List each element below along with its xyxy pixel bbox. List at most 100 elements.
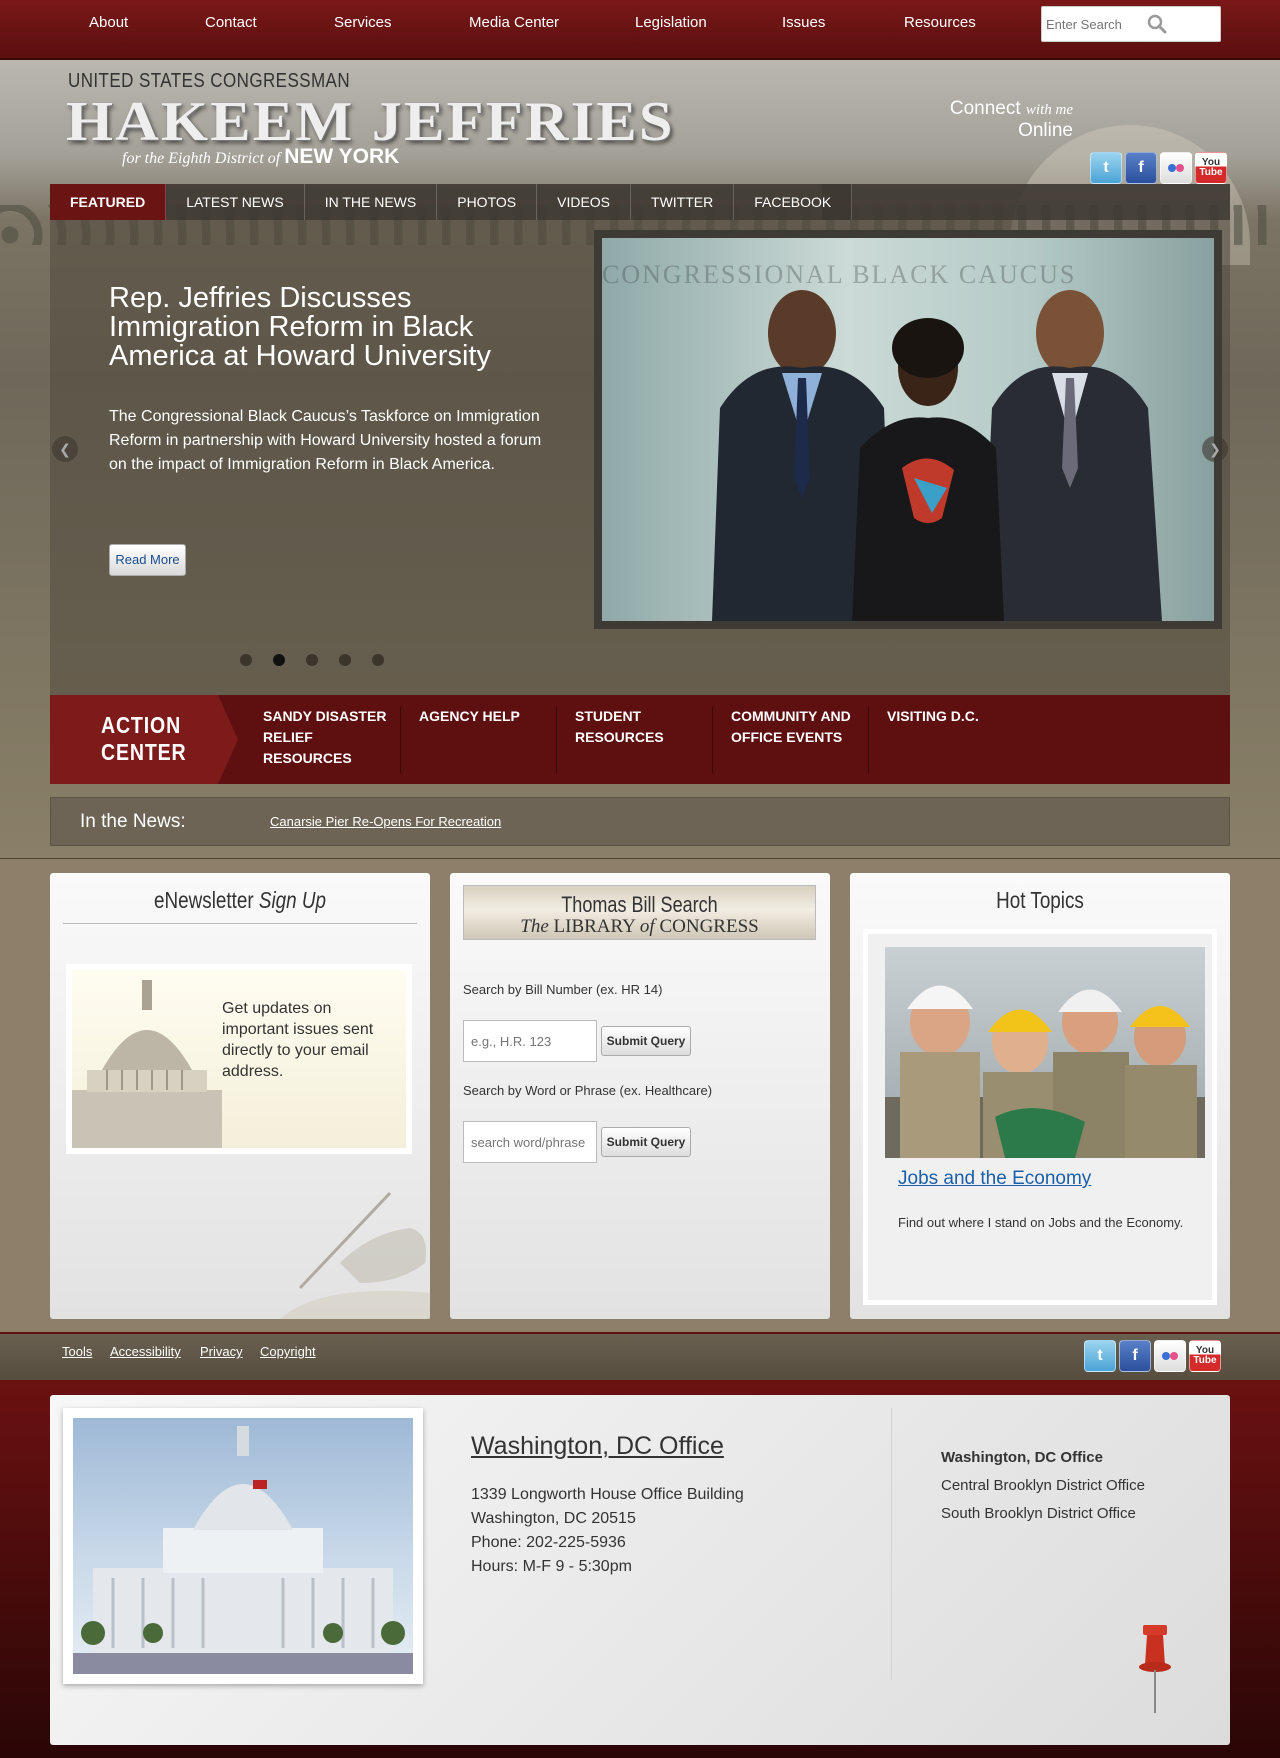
- office-phone: Phone: 202-225-5936: [471, 1534, 626, 1551]
- newsletter-title: eNewsletter Sign Up: [84, 887, 396, 914]
- hot-topic-description: Find out where I stand on Jobs and the E…: [898, 1215, 1184, 1230]
- read-more-button[interactable]: Read More: [109, 544, 186, 576]
- slider-dot-3[interactable]: [306, 654, 318, 666]
- divider: [0, 858, 1280, 859]
- action-student-resources[interactable]: STUDENT RESOURCES: [575, 706, 685, 748]
- twitter-icon[interactable]: t: [1084, 1340, 1116, 1372]
- tab-latest-news[interactable]: LATEST NEWS: [166, 184, 305, 220]
- workers-photo: [885, 985, 1205, 1158]
- office-address-line: Washington, DC 20515: [471, 1510, 636, 1527]
- header-social-icons: t f You Tube: [1090, 152, 1227, 184]
- action-divider: [712, 706, 713, 774]
- slide-photo[interactable]: CONGRESSIONAL BLACK CAUCUS: [602, 238, 1214, 621]
- connect-online: Connect with me Online: [900, 98, 1073, 142]
- office-hours: Hours: M-F 9 - 5:30pm: [471, 1558, 632, 1575]
- action-divider: [400, 706, 401, 774]
- slider-next-arrow[interactable]: ❯: [1202, 436, 1228, 462]
- action-label-2: CENTER: [101, 739, 187, 765]
- office-item-washington[interactable]: Washington, DC Office: [941, 1444, 1145, 1472]
- nav-contact[interactable]: Contact: [205, 14, 257, 31]
- connect-with-me: with me: [1025, 102, 1073, 118]
- newsletter-banner-text: Get updates on important issues sent dir…: [222, 1000, 374, 1080]
- nav-issues[interactable]: Issues: [782, 14, 825, 31]
- divider: [891, 1408, 892, 1680]
- slide-body: The Congressional Black Caucus’s Taskfor…: [109, 408, 542, 473]
- util-copyright-link[interactable]: Copyright: [260, 1344, 316, 1359]
- nav-resources[interactable]: Resources: [904, 14, 976, 31]
- util-privacy-link[interactable]: Privacy: [200, 1344, 243, 1359]
- capitol-building-image: [73, 1426, 413, 1674]
- bill-number-submit-button[interactable]: Submit Query: [601, 1026, 691, 1056]
- three-people-photo: [712, 290, 1162, 621]
- tab-in-the-news[interactable]: IN THE NEWS: [305, 184, 438, 220]
- slider-dot-5[interactable]: [372, 654, 384, 666]
- facebook-icon[interactable]: f: [1125, 152, 1157, 184]
- tab-photos[interactable]: PHOTOS: [437, 184, 538, 220]
- newsletter-title-a: eNewsletter: [154, 887, 254, 913]
- action-divider: [868, 706, 869, 774]
- slide-photo-frame: CONGRESSIONAL BLACK CAUCUS: [594, 230, 1222, 629]
- pen-hand-decoration: [280, 1191, 430, 1319]
- nav-about[interactable]: About: [89, 14, 128, 31]
- in-the-news-link[interactable]: Canarsie Pier Re-Opens For Recreation: [270, 814, 501, 829]
- youtube-icon[interactable]: You Tube: [1189, 1340, 1221, 1372]
- newsletter-signup-banner[interactable]: Get updates on important issues sent dir…: [66, 964, 412, 1154]
- tab-twitter[interactable]: TWITTER: [631, 184, 735, 220]
- logo-subtitle: for the Eighth District of NEW YORK: [122, 145, 399, 169]
- divider: [63, 923, 417, 924]
- slider-dots: [240, 654, 384, 666]
- slide-title[interactable]: Rep. Jeffries Discusses Immigration Refo…: [109, 284, 549, 371]
- slider-dot-4[interactable]: [339, 654, 351, 666]
- slider-dot-2[interactable]: [273, 654, 285, 666]
- action-agency-help[interactable]: AGENCY HELP: [419, 706, 549, 727]
- thomas-title: Thomas Bill Search: [561, 892, 718, 917]
- word-phrase-submit-button[interactable]: Submit Query: [601, 1127, 691, 1157]
- tab-videos[interactable]: VIDEOS: [537, 184, 632, 220]
- footer-social-icons: t f You Tube: [1084, 1340, 1221, 1372]
- nav-legislation[interactable]: Legislation: [635, 14, 707, 31]
- hot-topic-item: Jobs and the Economy Find out where I st…: [863, 929, 1217, 1305]
- in-the-news-label: In the News:: [80, 811, 186, 832]
- bill-number-label: Search by Bill Number (ex. HR 14): [463, 982, 663, 997]
- office-title-link[interactable]: Washington, DC Office: [471, 1432, 724, 1461]
- youtube-icon[interactable]: You Tube: [1195, 152, 1227, 184]
- thomas-subtitle-library: LIBRARY: [553, 916, 636, 937]
- media-tabs: FEATURED LATEST NEWS IN THE NEWS PHOTOS …: [50, 184, 853, 220]
- hot-topic-link[interactable]: Jobs and the Economy: [898, 1168, 1091, 1190]
- logo-subtitle-state: NEW YORK: [284, 145, 400, 168]
- slider-dot-1[interactable]: [240, 654, 252, 666]
- office-item-south-brooklyn[interactable]: South Brooklyn District Office: [941, 1500, 1145, 1528]
- nav-services[interactable]: Services: [334, 14, 392, 31]
- tab-featured[interactable]: FEATURED: [50, 184, 167, 220]
- action-visiting-dc[interactable]: VISITING D.C.: [887, 706, 1027, 727]
- action-community-events[interactable]: COMMUNITY AND OFFICE EVENTS: [731, 706, 871, 748]
- office-photo-frame: [63, 1408, 423, 1684]
- flickr-icon[interactable]: [1160, 152, 1192, 184]
- slider-prev-arrow[interactable]: ❮: [52, 436, 78, 462]
- thomas-subtitle-congress: CONGRESS: [659, 916, 759, 937]
- action-sandy-relief[interactable]: SANDY DISASTER RELIEF RESOURCES: [263, 706, 393, 769]
- logo-subtitle-prefix: for the Eighth District of: [122, 150, 281, 167]
- twitter-icon[interactable]: t: [1090, 152, 1122, 184]
- office-list: Washington, DC Office Central Brooklyn D…: [941, 1444, 1145, 1528]
- bill-number-input[interactable]: [463, 1020, 597, 1062]
- word-phrase-input[interactable]: [463, 1121, 597, 1163]
- action-label-1: ACTION: [101, 712, 182, 738]
- util-accessibility-link[interactable]: Accessibility: [110, 1344, 181, 1359]
- connect-label: Connect: [949, 98, 1021, 119]
- map-pin-icon: [1139, 1625, 1171, 1713]
- util-tools-link[interactable]: Tools: [62, 1344, 92, 1359]
- connect-online-label: Online: [1018, 120, 1073, 141]
- office-item-central-brooklyn[interactable]: Central Brooklyn District Office: [941, 1472, 1145, 1500]
- facebook-icon[interactable]: f: [1119, 1340, 1151, 1372]
- search-icon[interactable]: [1146, 13, 1168, 35]
- tab-facebook[interactable]: FACEBOOK: [734, 184, 853, 220]
- nav-media-center[interactable]: Media Center: [469, 14, 559, 31]
- flickr-icon[interactable]: [1154, 1340, 1186, 1372]
- word-phrase-label: Search by Word or Phrase (ex. Healthcare…: [463, 1083, 713, 1098]
- office-address: 1339 Longworth House Office Building Was…: [471, 1483, 744, 1579]
- newsletter-card: eNewsletter Sign Up Get updates on impor…: [50, 873, 430, 1319]
- library-of-congress-logo: The LIBRARY of CONGRESS: [464, 916, 815, 938]
- capitol-photo: [73, 1418, 413, 1674]
- hot-topic-image[interactable]: [885, 947, 1205, 1158]
